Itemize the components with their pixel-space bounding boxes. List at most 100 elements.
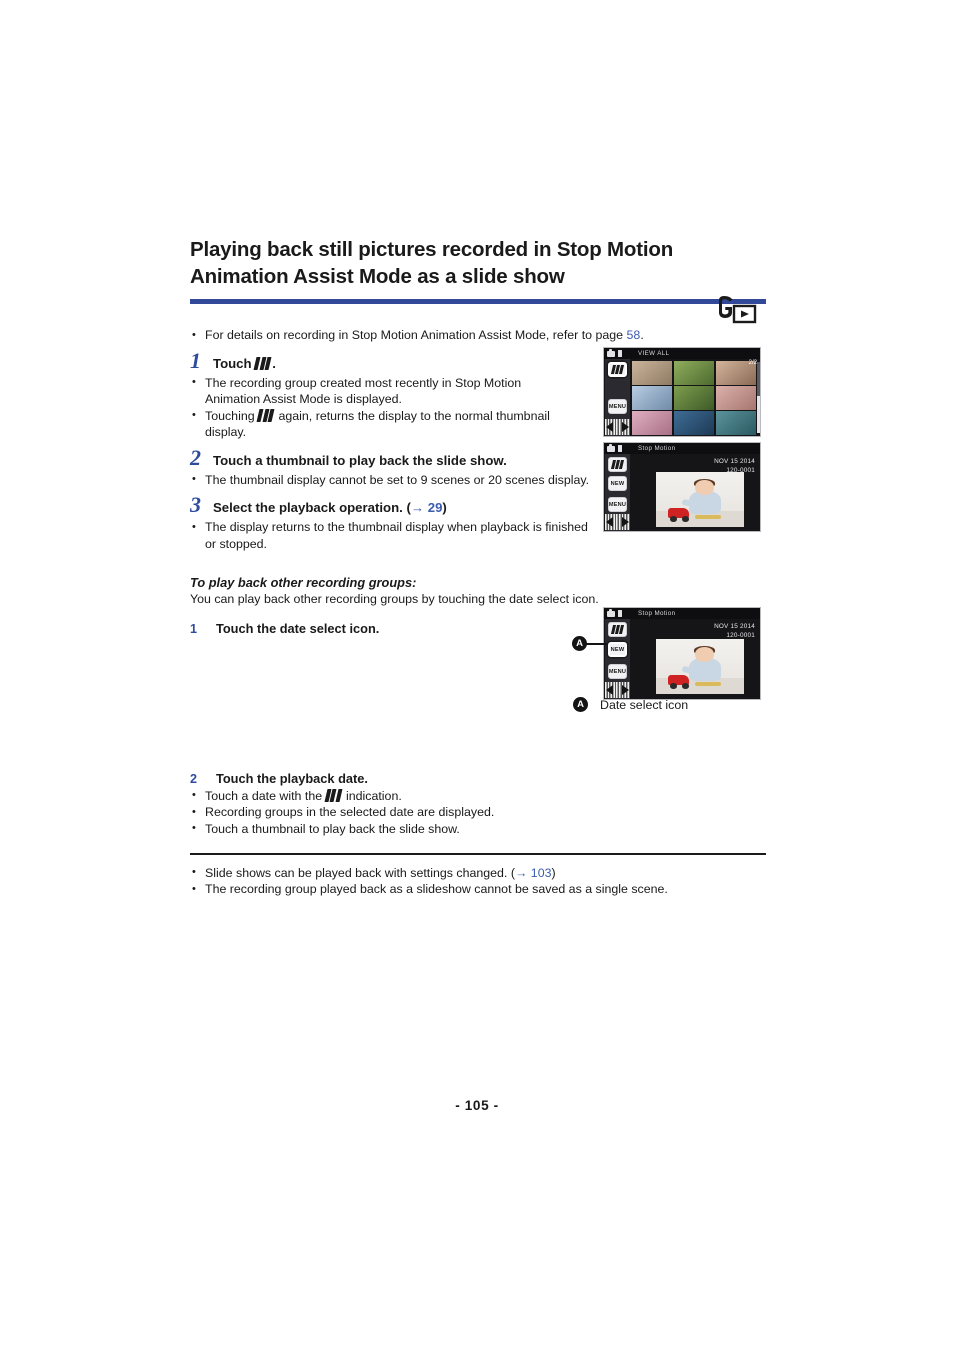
next-page-arrow-icon[interactable] xyxy=(622,517,629,527)
step-3-block: 3 Select the playback operation. (→ 29) … xyxy=(190,492,590,552)
intro-bullet-period: . xyxy=(640,328,644,342)
camera-icon xyxy=(607,348,615,357)
screen3-date-info: NOV 15 2014 120-0001 xyxy=(714,623,755,640)
date-select-button[interactable]: NEW xyxy=(608,642,627,657)
stop-motion-button[interactable] xyxy=(608,622,627,637)
screen3-date: NOV 15 2014 xyxy=(714,623,755,630)
step-2-text: Touch a thumbnail to play back the slide… xyxy=(213,452,507,468)
page-content: Playing back still pictures recorded in … xyxy=(190,236,766,898)
screen3-main-photo[interactable] xyxy=(656,639,744,694)
step-1-bullets: The recording group created most recentl… xyxy=(190,374,570,441)
step-1-bullet-2: Touching again, returns the display to t… xyxy=(190,407,570,441)
substep-2-bullet-1-after: indication. xyxy=(342,788,402,803)
callout-leader-line xyxy=(586,642,607,645)
title-underline-rule xyxy=(190,299,766,304)
callout-legend: A Date select icon xyxy=(573,697,688,712)
section-paragraph: You can play back other recording groups… xyxy=(190,592,599,606)
thumbnail-item[interactable] xyxy=(715,411,756,435)
substep-2-bullet-2: Recording groups in the selected date ar… xyxy=(190,804,766,821)
notes-separator-rule xyxy=(190,853,766,855)
step-3-number: 3 xyxy=(190,492,201,517)
screen2-nav-bar[interactable] xyxy=(605,514,630,530)
viewfinder-single-photo-screen: Stop Motion NOV 15 2014 120-0001 NEW MEN… xyxy=(603,442,761,532)
page-link-29[interactable]: 29 xyxy=(428,500,443,515)
page-link-58[interactable]: 58 xyxy=(627,328,641,342)
reference-arrow-icon: → xyxy=(514,865,528,880)
substep-1-text: Touch the date select icon. xyxy=(216,620,380,636)
page-link-103[interactable]: 103 xyxy=(531,866,552,880)
step-1-text: Touch . xyxy=(209,355,276,373)
photo-playback-mode-icon xyxy=(716,296,758,324)
baby-with-toy-car-photo xyxy=(656,639,744,694)
sd-card-icon xyxy=(617,445,622,452)
page-title-line-1: Playing back still pictures recorded in … xyxy=(190,238,674,261)
substep-2-bullet-1-before: Touch a date with the xyxy=(205,788,326,803)
screen2-main-photo[interactable] xyxy=(656,472,744,527)
thumbnail-item[interactable] xyxy=(632,386,673,410)
thumbnail-item[interactable] xyxy=(673,411,715,435)
step-1-bullet-2-before: Touching xyxy=(205,408,259,423)
step-2-number: 2 xyxy=(190,444,201,470)
step-1-block: 1 Touch . The recording group created mo… xyxy=(190,347,570,441)
stop-motion-icon xyxy=(253,356,272,370)
menu-button[interactable]: MENU xyxy=(608,664,627,679)
note-1-after: ) xyxy=(551,865,556,880)
step-1-number: 1 xyxy=(190,347,201,373)
thumbnail-item[interactable] xyxy=(673,386,715,410)
step-2-block: 2 Touch a thumbnail to play back the sli… xyxy=(190,444,590,489)
substep-2-bullet-1: Touch a date with the indication. xyxy=(190,787,766,805)
callout-legend-label: Date select icon xyxy=(600,697,689,712)
notes-list: Slide shows can be played back with sett… xyxy=(190,864,766,898)
document-page: Playing back still pictures recorded in … xyxy=(0,0,954,1348)
step-3-bullets: The display returns to the thumbnail dis… xyxy=(190,519,590,552)
callout-marker-a: A xyxy=(572,636,587,651)
intro-block: For details on recording in Stop Motion … xyxy=(190,327,766,344)
stop-motion-icon xyxy=(324,788,343,802)
step-2-heading: 2 Touch a thumbnail to play back the sli… xyxy=(190,444,590,470)
camera-icon xyxy=(607,443,615,452)
previous-page-arrow-icon[interactable] xyxy=(606,422,613,432)
thumbnail-item[interactable] xyxy=(715,386,756,410)
date-select-button[interactable]: NEW xyxy=(608,476,627,491)
screen1-title: VIEW ALL xyxy=(638,350,670,357)
sd-card-icon xyxy=(617,350,622,357)
stop-motion-icon xyxy=(610,460,624,469)
next-page-arrow-icon[interactable] xyxy=(622,685,629,695)
substep-2: 2 Touch the playback date. xyxy=(190,771,766,786)
screen3-nav-bar[interactable] xyxy=(605,682,630,698)
step-2-bullets: The thumbnail display cannot be set to 9… xyxy=(190,471,590,489)
step-1-text-before: Touch xyxy=(213,355,256,371)
previous-page-arrow-icon[interactable] xyxy=(606,685,613,695)
step-3-bullet-1: The display returns to the thumbnail dis… xyxy=(190,519,590,552)
note-2: The recording group played back as a sli… xyxy=(190,881,766,898)
step-3-heading: 3 Select the playback operation. (→ 29) xyxy=(190,492,590,517)
stop-motion-icon xyxy=(256,408,275,422)
step-3-text-after: ) xyxy=(442,500,447,515)
baby-with-toy-car-photo xyxy=(656,472,744,527)
previous-page-arrow-icon[interactable] xyxy=(606,517,613,527)
stop-motion-button[interactable] xyxy=(608,457,627,472)
screen1-page-count: 2/2 xyxy=(748,360,757,366)
step-3-text: Select the playback operation. (→ 29) xyxy=(209,499,447,517)
screen1-nav-bar[interactable] xyxy=(605,419,630,435)
intro-bullet-item: For details on recording in Stop Motion … xyxy=(190,327,766,344)
stop-motion-button[interactable] xyxy=(608,362,627,377)
screen1-thumbnail-grid[interactable] xyxy=(632,361,756,435)
substep-2-text: Touch the playback date. xyxy=(216,770,368,786)
thumbnail-item[interactable] xyxy=(632,411,673,435)
sd-card-icon xyxy=(617,610,622,617)
substep-2-bullet-3: Touch a thumbnail to play back the slide… xyxy=(190,820,766,838)
menu-button[interactable]: MENU xyxy=(608,497,627,512)
screen1-scrollbar[interactable] xyxy=(757,362,760,433)
intro-bullet-text: For details on recording in Stop Motion … xyxy=(205,328,627,342)
step-1-text-after: . xyxy=(272,355,276,371)
screen2-title: Stop Motion xyxy=(638,445,676,452)
thumbnail-item[interactable] xyxy=(632,361,673,385)
thumbnail-item[interactable] xyxy=(673,361,715,385)
next-page-arrow-icon[interactable] xyxy=(622,422,629,432)
substep-2-number: 2 xyxy=(190,771,198,786)
reference-arrow-icon: → xyxy=(410,500,425,515)
menu-button[interactable]: MENU xyxy=(608,399,627,414)
note-1: Slide shows can be played back with sett… xyxy=(190,864,766,882)
screen3-top-bar: Stop Motion xyxy=(604,608,760,619)
